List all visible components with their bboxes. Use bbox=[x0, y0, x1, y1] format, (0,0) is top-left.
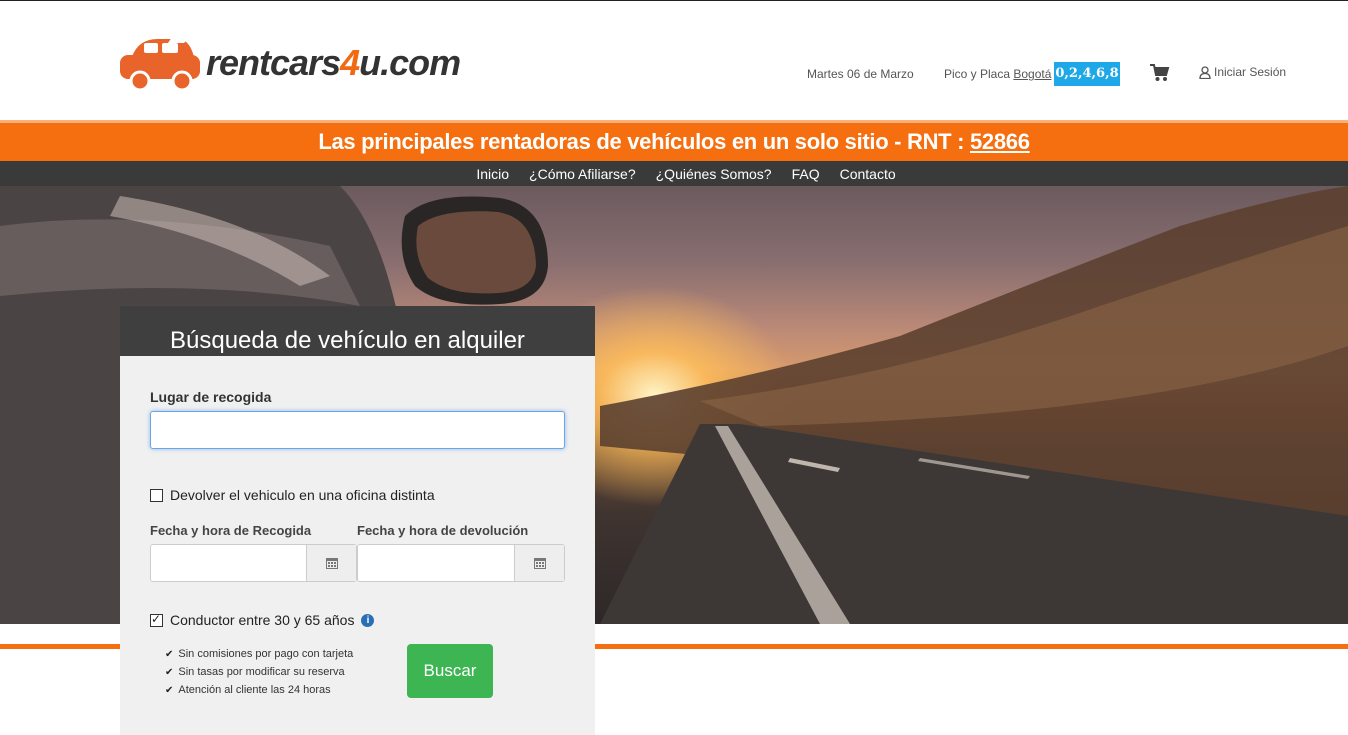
return-date-label: Fecha y hora de devolución bbox=[357, 523, 529, 538]
logo-wordmark: rentcars4u.com bbox=[206, 42, 461, 83]
search-panel: Búsqueda de vehículo en alquiler Lugar d… bbox=[120, 306, 595, 735]
check-icon: ✔ bbox=[165, 684, 174, 696]
pickup-date-label: Fecha y hora de Recogida bbox=[150, 523, 312, 538]
banner-text: Las principales rentadoras de vehículos … bbox=[318, 129, 1030, 154]
calendar-icon bbox=[325, 558, 338, 569]
pickup-date-field[interactable] bbox=[150, 544, 357, 582]
plates-badge: 0,2,4,6,8 bbox=[1054, 62, 1120, 86]
site-logo[interactable]: rentcars4u.com bbox=[118, 33, 461, 93]
info-icon[interactable]: i bbox=[361, 613, 375, 627]
feature-text: Atención al cliente las 24 horas bbox=[178, 684, 331, 696]
pickup-calendar-button[interactable] bbox=[306, 545, 356, 581]
check-icon: ✔ bbox=[165, 666, 174, 678]
return-other-office-row[interactable]: Devolver el vehiculo en una oficina dist… bbox=[150, 487, 435, 503]
site-header: rentcars4u.com Martes 06 de Marzo Pico y… bbox=[0, 1, 1348, 120]
promo-banner: Las principales rentadoras de vehículos … bbox=[0, 120, 1348, 161]
feature-item: ✔ Sin comisiones por pago con tarjeta bbox=[165, 648, 353, 660]
calendar-icon bbox=[533, 558, 546, 569]
pico-y-placa: Pico y Placa Bogotá bbox=[944, 67, 1051, 81]
return-other-office-checkbox[interactable] bbox=[150, 488, 163, 502]
return-date-input[interactable] bbox=[358, 545, 514, 581]
search-panel-title: Búsqueda de vehículo en alquiler bbox=[120, 306, 595, 356]
nav-inicio[interactable]: Inicio bbox=[476, 161, 509, 186]
feature-item: ✔ Sin tasas por modificar su reserva bbox=[165, 666, 345, 678]
return-other-office-label: Devolver el vehiculo en una oficina dist… bbox=[170, 487, 435, 503]
car-logo-icon bbox=[120, 37, 200, 91]
driver-age-checkbox[interactable] bbox=[150, 612, 163, 627]
login-link[interactable]: Iniciar Sesión bbox=[1199, 65, 1286, 79]
pickup-date-input[interactable] bbox=[151, 545, 306, 581]
nav-contacto[interactable]: Contacto bbox=[840, 161, 896, 186]
login-label: Iniciar Sesión bbox=[1214, 65, 1287, 79]
search-button[interactable]: Buscar bbox=[407, 644, 493, 698]
check-icon: ✔ bbox=[165, 648, 174, 660]
nav-faq[interactable]: FAQ bbox=[792, 161, 820, 186]
driver-age-row[interactable]: Conductor entre 30 y 65 años i bbox=[150, 612, 375, 628]
driver-age-label: Conductor entre 30 y 65 años bbox=[170, 612, 355, 628]
pickup-location-input[interactable] bbox=[150, 411, 565, 449]
main-nav: Inicio ¿Cómo Afiliarse? ¿Quiénes Somos? … bbox=[0, 161, 1348, 186]
feature-item: ✔ Atención al cliente las 24 horas bbox=[165, 684, 331, 696]
pico-label: Pico y Placa bbox=[944, 67, 1011, 81]
pickup-label: Lugar de recogida bbox=[150, 389, 272, 405]
feature-text: Sin tasas por modificar su reserva bbox=[178, 666, 345, 678]
nav-como-afiliarse[interactable]: ¿Cómo Afiliarse? bbox=[529, 161, 636, 186]
return-calendar-button[interactable] bbox=[514, 545, 564, 581]
user-icon bbox=[1199, 65, 1211, 79]
feature-text: Sin comisiones por pago con tarjeta bbox=[178, 648, 354, 660]
rnt-link[interactable]: 52866 bbox=[970, 129, 1030, 154]
pico-city-link[interactable]: Bogotá bbox=[1013, 67, 1051, 81]
return-date-field[interactable] bbox=[357, 544, 565, 582]
nav-quienes-somos[interactable]: ¿Quiénes Somos? bbox=[656, 161, 772, 186]
current-date: Martes 06 de Marzo bbox=[807, 67, 914, 81]
shopping-cart-icon[interactable] bbox=[1150, 64, 1170, 82]
